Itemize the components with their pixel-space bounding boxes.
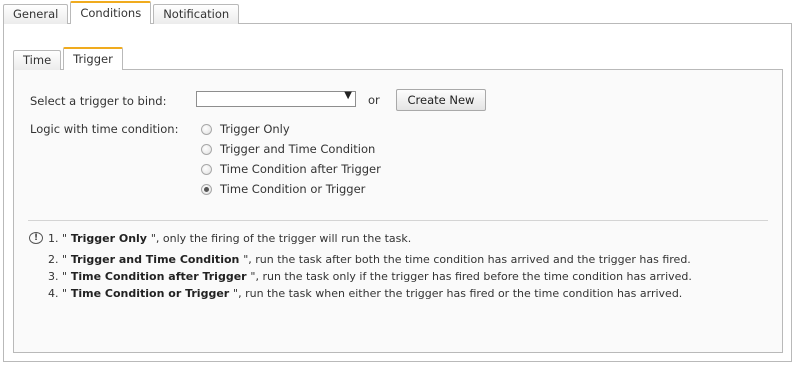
option-label: Time Condition or Trigger [220,182,366,196]
outer-tab-bar: General Conditions Notification [3,1,240,24]
note-item: 4. " Time Condition or Trigger ", run th… [48,287,683,300]
option-time-or-trigger[interactable]: Time Condition or Trigger [201,182,365,196]
radio-button[interactable] [201,163,212,175]
or-text: or [368,93,380,107]
tab-conditions[interactable]: Conditions [70,1,152,24]
note-item: 1. " Trigger Only ", only the firing of … [48,232,412,245]
trigger-select[interactable]: ▼ [196,90,356,107]
option-label: Trigger and Time Condition [220,142,376,156]
create-new-button[interactable]: Create New [396,89,486,111]
inner-tab-bar: Time Trigger [13,47,123,70]
option-label: Time Condition after Trigger [220,162,381,176]
option-trigger-and-time[interactable]: Trigger and Time Condition [201,142,375,156]
note-item: 3. " Time Condition after Trigger ", run… [48,270,692,283]
option-label: Trigger Only [220,122,290,136]
note-item: 2. " Trigger and Time Condition ", run t… [48,253,691,266]
radio-button[interactable] [201,123,212,135]
radio-button-selected[interactable] [201,183,212,195]
trigger-panel [13,69,783,353]
tab-time[interactable]: Time [13,50,62,70]
option-trigger-only[interactable]: Trigger Only [201,122,290,136]
divider [28,220,768,221]
tab-notification[interactable]: Notification [153,4,240,24]
tab-general[interactable]: General [3,4,69,24]
trigger-select-label: Select a trigger to bind: [30,94,167,108]
option-time-after-trigger[interactable]: Time Condition after Trigger [201,162,381,176]
radio-button[interactable] [201,143,212,155]
logic-label: Logic with time condition: [30,122,179,136]
chevron-down-icon: ▼ [344,90,352,101]
info-icon: ! [29,232,43,244]
tab-trigger[interactable]: Trigger [63,47,123,70]
